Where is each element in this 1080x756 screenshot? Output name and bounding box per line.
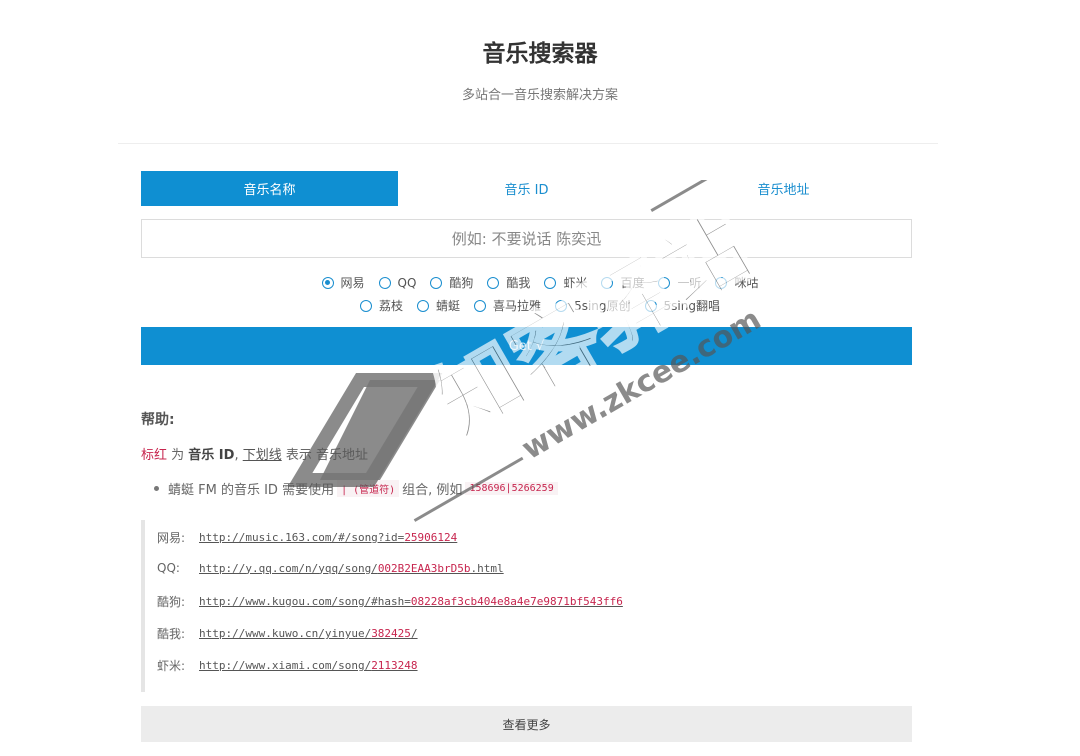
example-url[interactable]: http://www.kugou.com/song/#hash=08228af3… <box>199 595 623 608</box>
radio-label: 蜻蜓 <box>436 299 461 313</box>
help-red-word: 标红 <box>141 448 168 463</box>
example-label: 酷我: <box>157 627 186 641</box>
code-chip-pipe: | (管道符) <box>337 480 400 497</box>
example-label: 网易: <box>157 531 186 545</box>
example-url-base: http://www.xiami.com/song/ <box>199 659 372 672</box>
radio-qingting[interactable]: 蜻蜓 <box>417 297 460 314</box>
radio-baidu[interactable]: 百度 <box>601 274 644 291</box>
radio-lizhi[interactable]: 荔枝 <box>360 297 403 314</box>
example-url-base: http://www.kugou.com/song/#hash= <box>199 595 411 608</box>
radio-label: 5sing原创 <box>574 299 631 313</box>
example-label: 酷狗: <box>157 595 186 609</box>
example-url-suffix: .html <box>470 561 504 575</box>
radio-label: 百度 <box>620 276 645 290</box>
example-url[interactable]: http://y.qq.com/n/yqq/song/002B2EAA3brD5… <box>199 562 504 575</box>
bullet-dot <box>154 486 159 491</box>
radio-5sing-cover[interactable]: 5sing翻唱 <box>644 297 720 314</box>
example-url-base: http://y.qq.com/n/yqq/song/ <box>199 561 378 575</box>
radio-label: 喜马拉雅 <box>493 299 542 313</box>
help-title: 帮助: <box>141 412 175 428</box>
radio-label: 咪咕 <box>734 276 759 290</box>
example-label: 虾米: <box>157 659 186 673</box>
example-url[interactable]: http://www.xiami.com/song/2113248 <box>199 659 418 672</box>
code-chip-example: 158696|5266259 <box>465 482 558 495</box>
radio-netease[interactable]: 网易 <box>321 274 365 291</box>
radio-migu[interactable]: 咪咕 <box>715 274 759 291</box>
radio-dot <box>658 276 671 289</box>
example-url-base: http://music.163.com/#/song?id= <box>199 531 405 544</box>
source-radio-row-1: 网易 QQ 酷狗 酷我 虾米 百度 一听 咪咕 <box>0 274 1080 291</box>
help-bullet: 蜻蜓 FM 的音乐 ID 需要使用 | (管道符) 组合, 例如 158696|… <box>154 479 561 498</box>
radio-label: 虾米 <box>563 276 588 290</box>
example-url-base: http://www.kuwo.cn/yinyue/ <box>199 627 372 640</box>
view-more-button[interactable]: 查看更多 <box>141 706 912 742</box>
tab-music-url[interactable]: 音乐地址 <box>655 171 912 206</box>
radio-dot <box>555 299 568 312</box>
radio-label: 网易 <box>340 276 365 290</box>
examples-box: 网易: http://music.163.com/#/song?id=25906… <box>141 520 912 692</box>
help-text: 为 <box>167 448 189 463</box>
radio-dot <box>321 276 334 289</box>
search-type-tabs: 音乐名称 音乐 ID 音乐地址 <box>141 171 912 206</box>
radio-dot <box>360 299 373 312</box>
search-input[interactable] <box>141 219 912 258</box>
radio-dot <box>430 276 443 289</box>
radio-label: 一听 <box>677 276 702 290</box>
example-url-id: 25906124 <box>404 531 458 544</box>
watermark-logo-icon <box>287 373 443 487</box>
radio-dot <box>601 276 614 289</box>
example-url-id: 2113248 <box>371 659 418 672</box>
radio-dot <box>474 299 487 312</box>
radio-dot <box>644 299 657 312</box>
help-music-url: 音乐地址 <box>315 448 368 463</box>
radio-label: 荔枝 <box>379 299 404 313</box>
radio-ximalaya[interactable]: 喜马拉雅 <box>474 297 541 314</box>
example-row: 网易: http://music.163.com/#/song?id=25906… <box>157 529 457 546</box>
example-row: 虾米: http://www.xiami.com/song/2113248 <box>157 657 418 674</box>
example-url-id: 382425 <box>371 627 411 640</box>
help-music-id: 音乐 ID <box>188 448 235 463</box>
radio-dot <box>487 276 500 289</box>
tab-music-id[interactable]: 音乐 ID <box>398 171 655 206</box>
example-url[interactable]: http://www.kuwo.cn/yinyue/382425/ <box>199 627 418 640</box>
radio-5sing-original[interactable]: 5sing原创 <box>555 297 631 314</box>
page-title: 音乐搜索器 <box>482 41 598 67</box>
example-row: QQ: http://y.qq.com/n/yqq/song/002B2EAA3… <box>157 561 504 575</box>
radio-xiami[interactable]: 虾米 <box>544 274 587 291</box>
help-underline-word: 下划线 <box>242 448 282 463</box>
header-divider <box>118 143 938 144</box>
bullet-text: 蜻蜓 FM 的音乐 ID 需要使用 <box>168 483 335 498</box>
radio-dot <box>544 276 557 289</box>
example-url-id: 08228af3cb404e8a4e7e9871bf543ff6 <box>410 595 623 608</box>
example-row: 酷我: http://www.kuwo.cn/yinyue/382425/ <box>157 625 418 642</box>
radio-label: 酷狗 <box>449 276 474 290</box>
tab-music-name[interactable]: 音乐名称 <box>141 171 398 206</box>
page-subtitle: 多站合一音乐搜索解决方案 <box>461 88 618 103</box>
radio-dot <box>715 276 728 289</box>
example-url-id: 002B2EAA3brD5b <box>377 561 471 575</box>
help-text: 表示 <box>281 448 316 463</box>
get-button[interactable]: Get √ <box>141 327 912 365</box>
radio-label: 5sing翻唱 <box>663 299 720 313</box>
radio-kugou[interactable]: 酷狗 <box>430 274 473 291</box>
example-url-suffix: / <box>410 627 418 640</box>
example-row: 酷狗: http://www.kugou.com/song/#hash=0822… <box>157 593 623 610</box>
radio-dot <box>417 299 430 312</box>
radio-label: 酷我 <box>506 276 531 290</box>
radio-1ting[interactable]: 一听 <box>658 274 701 291</box>
help-text: , <box>234 448 243 463</box>
radio-kuwo[interactable]: 酷我 <box>487 274 530 291</box>
radio-qq[interactable]: QQ <box>378 275 417 290</box>
example-url[interactable]: http://music.163.com/#/song?id=25906124 <box>199 531 457 544</box>
help-legend: 标红 为 音乐 ID, 下划线 表示 音乐地址 <box>141 444 368 463</box>
bullet-text: 组合, 例如 <box>402 483 463 498</box>
source-radio-row-2: 荔枝 蜻蜓 喜马拉雅 5sing原创 5sing翻唱 <box>0 297 1080 314</box>
radio-dot <box>378 276 391 289</box>
radio-label: QQ <box>397 275 417 290</box>
example-label: QQ: <box>157 561 180 575</box>
